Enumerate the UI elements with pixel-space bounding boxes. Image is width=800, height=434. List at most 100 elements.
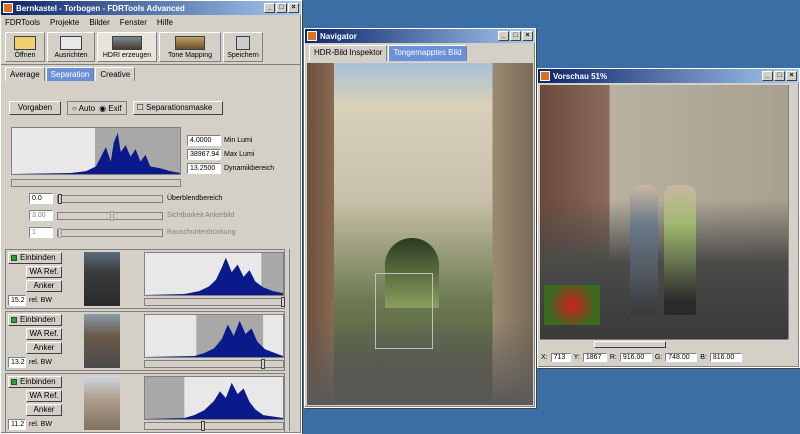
blend-field[interactable]: 0.0 (29, 193, 53, 204)
ev-label: rel. BW (29, 421, 52, 428)
layer-scrollbar[interactable] (289, 249, 299, 431)
close-button[interactable]: × (288, 3, 299, 13)
wa-ref-button[interactable]: WA Ref. (26, 390, 62, 402)
ev-field[interactable]: 13.2 (8, 357, 26, 368)
tab-hdr-inspector[interactable]: HDR-Bild Inspektor (309, 45, 388, 61)
tab-tonemapped[interactable]: Tongemapptes Bild (388, 45, 467, 61)
visibility-label: Sichtbarkeit Ankerbild (167, 212, 235, 219)
radio-auto[interactable]: ○ Auto (72, 104, 95, 113)
defaults-button[interactable]: Vorgaben (9, 101, 61, 115)
wa-ref-button[interactable]: WA Ref. (26, 266, 62, 278)
preview-window: Vorschau 51% _ □ × X: 713 Y: 1867 R: 916… (537, 68, 800, 368)
mode-radio-group: ○ Auto ◉ Exif (67, 101, 127, 115)
ev-field[interactable]: 11.2 (8, 419, 26, 430)
anchor-button[interactable]: Anker (26, 404, 62, 416)
include-toggle[interactable]: Einbinden (8, 376, 62, 388)
hscroll-thumb[interactable] (594, 341, 666, 348)
folder-icon (14, 35, 36, 50)
navigator-titlebar[interactable]: Navigator _ □ × (305, 29, 535, 43)
layer-histogram (144, 376, 284, 420)
x-value: 713 (550, 353, 571, 362)
minimize-button[interactable]: _ (762, 71, 773, 81)
layer-slider[interactable] (144, 297, 285, 307)
min-lumi-field[interactable]: 4.0000 (187, 135, 221, 146)
tab-creative[interactable]: Creative (95, 67, 136, 81)
include-toggle[interactable]: Einbinden (8, 252, 62, 264)
app-icon (307, 31, 317, 41)
main-hist-slider[interactable] (11, 179, 181, 187)
menu-bilder[interactable]: Bilder (89, 18, 109, 27)
minimize-button[interactable]: _ (264, 3, 275, 13)
navigator-title: Navigator (320, 31, 357, 41)
ev-label: rel. BW (29, 359, 52, 366)
navigator-tabs: HDR-Bild Inspektor Tongemapptes Bild (305, 43, 535, 61)
max-lumi-label: Max Lumi (224, 151, 255, 158)
layer-slider[interactable] (144, 421, 284, 431)
preview-title: Vorschau 51% (553, 71, 608, 81)
maximize-button[interactable]: □ (510, 31, 521, 41)
close-button[interactable]: × (786, 71, 797, 81)
person-left (630, 185, 658, 315)
preview-titlebar[interactable]: Vorschau 51% _ □ × (538, 69, 799, 83)
min-lumi-label: Min Lumi (224, 137, 253, 144)
menu-projekte[interactable]: Projekte (50, 18, 79, 27)
layer-thumbnail[interactable] (84, 376, 120, 430)
app-icon (540, 71, 550, 81)
minimize-button[interactable]: _ (498, 31, 509, 41)
layer-thumbnail[interactable] (84, 252, 120, 306)
tab-separation[interactable]: Separation (45, 67, 95, 81)
dynamic-range-label: Dynamikbereich (224, 165, 275, 172)
main-histogram (11, 127, 181, 175)
ev-label: rel. BW (29, 297, 52, 304)
max-lumi-field[interactable]: 38967.94 (187, 149, 221, 160)
layer-histogram (144, 314, 284, 358)
navigator-image[interactable] (307, 63, 533, 405)
menu-hilfe[interactable]: Hilfe (157, 18, 173, 27)
save-button[interactable]: Speichern (223, 32, 263, 62)
tab-average[interactable]: Average (5, 67, 45, 81)
tonemap-button[interactable]: Tone Mapping (159, 32, 221, 62)
layer-row: Einbinden WA Ref. Anker 11.2 rel. BW (5, 373, 285, 433)
layer-thumbnail[interactable] (84, 314, 120, 368)
r-label: R: (609, 354, 617, 361)
viewport-rect[interactable] (375, 273, 433, 349)
preview-vscroll[interactable] (788, 85, 798, 339)
preview-image[interactable] (540, 85, 788, 339)
menu-fdrtools[interactable]: FDRTools (5, 18, 40, 27)
layer-row: Einbinden WA Ref. Anker 15.2 rel. BW (5, 249, 285, 309)
align-icon (60, 35, 82, 50)
noise-label: Rauschunterdrückung (167, 229, 236, 236)
navigator-window: Navigator _ □ × HDR-Bild Inspektor Tonge… (304, 28, 536, 408)
menubar: FDRTools Projekte Bilder Fenster Hilfe (1, 15, 301, 29)
options-row: Vorgaben ○ Auto ◉ Exif ☐ Separationsmask… (9, 99, 295, 117)
anchor-button[interactable]: Anker (26, 280, 62, 292)
tonemap-icon (175, 35, 205, 50)
maximize-button[interactable]: □ (774, 71, 785, 81)
open-button[interactable]: Öffnen (5, 32, 45, 62)
toolbar: Öffnen Ausrichten HDRI erzeugen Tone Map… (1, 29, 301, 65)
b-value: 816.00 (709, 353, 742, 362)
radio-exif[interactable]: ◉ Exif (99, 104, 122, 113)
anchor-button[interactable]: Anker (26, 342, 62, 354)
wa-ref-button[interactable]: WA Ref. (26, 328, 62, 340)
dynamic-range-field[interactable]: 13.2500 (187, 163, 221, 174)
main-window: Bernkastel - Torbogen - FDRTools Advance… (0, 0, 302, 434)
hdri-button[interactable]: HDRI erzeugen (97, 32, 157, 62)
preview-statusbar: X: 713 Y: 1867 R: 916.00 G: 748.00 B: 81… (541, 353, 742, 362)
maximize-button[interactable]: □ (276, 3, 287, 13)
main-titlebar[interactable]: Bernkastel - Torbogen - FDRTools Advance… (1, 1, 301, 15)
include-toggle[interactable]: Einbinden (8, 314, 62, 326)
align-button[interactable]: Ausrichten (47, 32, 95, 62)
preview-hscroll[interactable] (540, 339, 788, 349)
visibility-slider (57, 210, 163, 221)
menu-fenster[interactable]: Fenster (120, 18, 147, 27)
blend-slider[interactable] (57, 193, 163, 204)
hdri-icon (112, 35, 142, 50)
sep-mask-checkbox[interactable]: ☐ Separationsmaske (132, 101, 223, 115)
mode-tabs: Average Separation Creative (1, 65, 301, 81)
g-value: 748.00 (665, 353, 698, 362)
ev-field[interactable]: 15.2 (8, 295, 26, 306)
layer-slider[interactable] (144, 359, 284, 369)
y-value: 1867 (582, 353, 607, 362)
close-button[interactable]: × (522, 31, 533, 41)
